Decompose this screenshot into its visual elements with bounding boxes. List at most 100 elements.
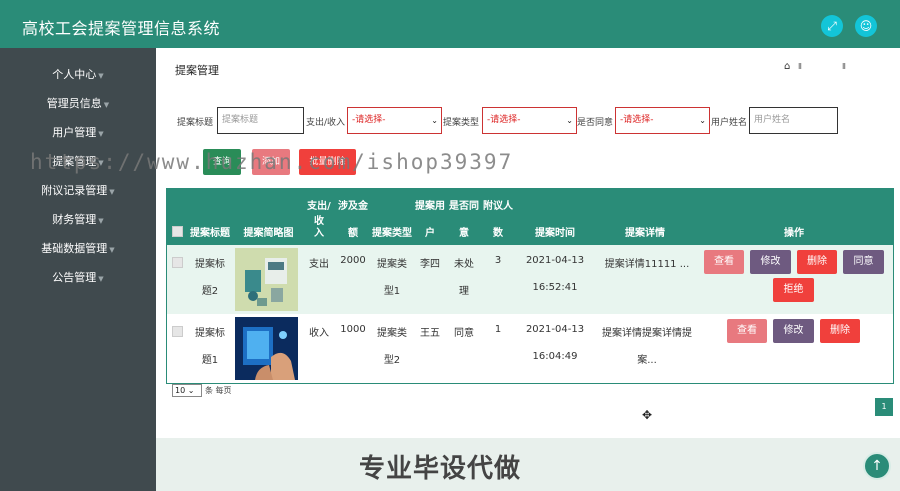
col-time: 提案时间 bbox=[535, 228, 575, 239]
cell-title: 提案标 bbox=[195, 259, 225, 270]
proposal-table: 提案标题 提案简略图 支出/收 入 涉及金 额 提案类型 提案用 户 是否同 意… bbox=[166, 188, 894, 384]
main-content: 提案管理 ⌂ Ⅱ Ⅱ 提案标题 提案标题 支出/收入 -请选择- ⌄ 提案类型 -… bbox=[156, 48, 900, 491]
home-icon[interactable]: ⌂ bbox=[784, 61, 790, 72]
select-all-checkbox[interactable] bbox=[172, 226, 183, 237]
cell-detail-wrap: 案... bbox=[637, 355, 657, 366]
proposal-thumbnail[interactable] bbox=[235, 317, 298, 380]
table-header: 提案标题 提案简略图 支出/收 入 涉及金 额 提案类型 提案用 户 是否同 意… bbox=[167, 189, 893, 245]
sidebar-item-label: 用户管理 bbox=[52, 126, 97, 139]
reject-button[interactable]: 拒绝 bbox=[773, 278, 814, 302]
filter-income-label: 支出/收入 bbox=[306, 118, 346, 128]
proposal-thumbnail[interactable] bbox=[235, 248, 298, 311]
cell-agree-wrap: 理 bbox=[459, 286, 469, 297]
cell-time: 16:52:41 bbox=[532, 282, 578, 293]
cell-inout: 支出 bbox=[309, 259, 329, 270]
sidebar-item-user-management[interactable]: 用户管理 ▼ bbox=[0, 119, 156, 147]
cell-seconds: 1 bbox=[494, 324, 502, 335]
view-button[interactable]: 查看 bbox=[727, 319, 767, 343]
col-agree-top: 是否同 bbox=[449, 201, 479, 212]
edit-button[interactable]: 修改 bbox=[750, 250, 791, 274]
agree-button[interactable]: 同意 bbox=[843, 250, 884, 274]
col-amount-top: 涉及金 bbox=[338, 201, 368, 212]
view-button[interactable]: 查看 bbox=[704, 250, 744, 274]
cell-type-wrap: 型1 bbox=[383, 286, 401, 297]
move-icon: ✥ bbox=[642, 408, 653, 422]
chevron-down-icon: ▼ bbox=[98, 217, 104, 225]
chevron-down-icon: ▼ bbox=[103, 101, 110, 109]
user-name-input[interactable]: 用户姓名 bbox=[749, 107, 838, 134]
page-size-select[interactable]: 10 ⌄ bbox=[172, 384, 202, 397]
col-detail: 提案详情 bbox=[625, 228, 665, 239]
cell-agree: 未处 bbox=[454, 259, 474, 270]
expand-icon[interactable]: ⤢ bbox=[821, 15, 843, 37]
top-bar: 高校工会提案管理信息系统 ⤢ ☺ bbox=[0, 0, 900, 48]
filter-user-label: 用户姓名 bbox=[711, 118, 748, 128]
chevron-down-icon: ⌄ bbox=[699, 116, 706, 125]
app-title: 高校工会提案管理信息系统 bbox=[22, 19, 221, 38]
col-seconds-bottom: 数 bbox=[493, 228, 503, 239]
cell-seconds: 3 bbox=[494, 255, 502, 266]
cell-user: 王五 bbox=[420, 328, 440, 339]
breadcrumb-separator: Ⅱ bbox=[798, 62, 802, 71]
table-row: 提案标 题1 收入 1000 提案类 型2 王五 同意 1 2021-04-13… bbox=[167, 314, 893, 383]
cell-agree: 同意 bbox=[454, 328, 474, 339]
filter-agree-label: 是否同意 bbox=[577, 118, 614, 128]
page-size-value: 10 bbox=[175, 386, 186, 395]
delete-button[interactable]: 删除 bbox=[820, 319, 860, 343]
chevron-down-icon: ▼ bbox=[98, 130, 104, 138]
row-checkbox[interactable] bbox=[172, 326, 183, 337]
title-search-input[interactable]: 提案标题 bbox=[217, 107, 304, 134]
sidebar-item-base-data[interactable]: 基础数据管理 ▼ bbox=[0, 235, 156, 263]
cell-detail: 提案详情提案详情提 bbox=[602, 328, 692, 339]
cell-title-wrap: 题2 bbox=[201, 286, 219, 297]
chevron-down-icon: ▼ bbox=[98, 275, 104, 283]
type-select[interactable]: -请选择- ⌄ bbox=[482, 107, 577, 134]
sidebar-item-finance[interactable]: 财务管理 ▼ bbox=[0, 206, 156, 234]
sidebar-item-label: 管理员信息 bbox=[46, 97, 102, 110]
sidebar-item-label: 财务管理 bbox=[52, 213, 97, 226]
chevron-down-icon: ▼ bbox=[109, 246, 115, 254]
col-operations: 操作 bbox=[784, 228, 804, 239]
sidebar-item-label: 附议记录管理 bbox=[41, 184, 108, 197]
sidebar: 个人中心 ▼ 管理员信息 ▼ 用户管理 ▼ 提案管理 ▼ 附议记录管理 ▼ 财务管理 ▼ 基… bbox=[0, 48, 156, 491]
col-inout-bottom: 入 bbox=[314, 228, 324, 239]
col-seconds-top: 附议人 bbox=[483, 201, 513, 212]
cell-detail: 提案详情11111 ... bbox=[604, 259, 690, 270]
delete-button[interactable]: 删除 bbox=[797, 250, 837, 274]
col-type: 提案类型 bbox=[372, 228, 412, 239]
footer-band bbox=[156, 438, 900, 491]
col-amount-bottom: 额 bbox=[348, 228, 358, 239]
cell-date: 2021-04-13 bbox=[525, 255, 585, 266]
sidebar-item-announcements[interactable]: 公告管理 ▼ bbox=[0, 264, 156, 292]
cell-user: 李四 bbox=[420, 259, 440, 270]
sidebar-item-admin-info[interactable]: 管理员信息 ▼ bbox=[0, 90, 156, 118]
page-size-label: 条 每页 bbox=[205, 386, 232, 395]
filter-type-label: 提案类型 bbox=[443, 118, 480, 128]
sidebar-item-personal-center[interactable]: 个人中心 ▼ bbox=[0, 61, 156, 89]
edit-button[interactable]: 修改 bbox=[773, 319, 814, 343]
chevron-down-icon: ⌄ bbox=[566, 116, 573, 125]
arrow-up-icon[interactable]: ↑ bbox=[863, 452, 891, 480]
sidebar-item-seconding-records[interactable]: 附议记录管理 ▼ bbox=[0, 177, 156, 205]
income-select-value: -请选择- bbox=[352, 115, 386, 125]
col-title: 提案标题 bbox=[190, 228, 230, 239]
chevron-down-icon: ⌄ bbox=[431, 116, 438, 125]
col-thumb: 提案简略图 bbox=[243, 228, 294, 239]
cell-amount: 1000 bbox=[340, 324, 366, 335]
user-icon[interactable]: ☺ bbox=[855, 15, 877, 37]
row-checkbox[interactable] bbox=[172, 257, 183, 268]
col-inout-top: 支出/收 bbox=[307, 201, 331, 227]
cell-type: 提案类 bbox=[377, 328, 407, 339]
filter-title-label: 提案标题 bbox=[177, 118, 214, 128]
income-select[interactable]: -请选择- ⌄ bbox=[347, 107, 442, 134]
watermark-text: https://www.huzhan.com/ishop39397 bbox=[30, 150, 514, 174]
agree-select[interactable]: -请选择- ⌄ bbox=[615, 107, 710, 134]
footer-banner-text: 专业毕设代做 bbox=[359, 454, 522, 484]
cell-type-wrap: 型2 bbox=[383, 355, 401, 366]
cell-inout: 收入 bbox=[309, 328, 329, 339]
agree-select-value: -请选择- bbox=[620, 115, 654, 125]
cell-type: 提案类 bbox=[377, 259, 407, 270]
sidebar-item-label: 个人中心 bbox=[52, 68, 97, 81]
page-number-button[interactable]: 1 bbox=[875, 398, 893, 416]
col-user-top: 提案用 bbox=[415, 201, 445, 212]
